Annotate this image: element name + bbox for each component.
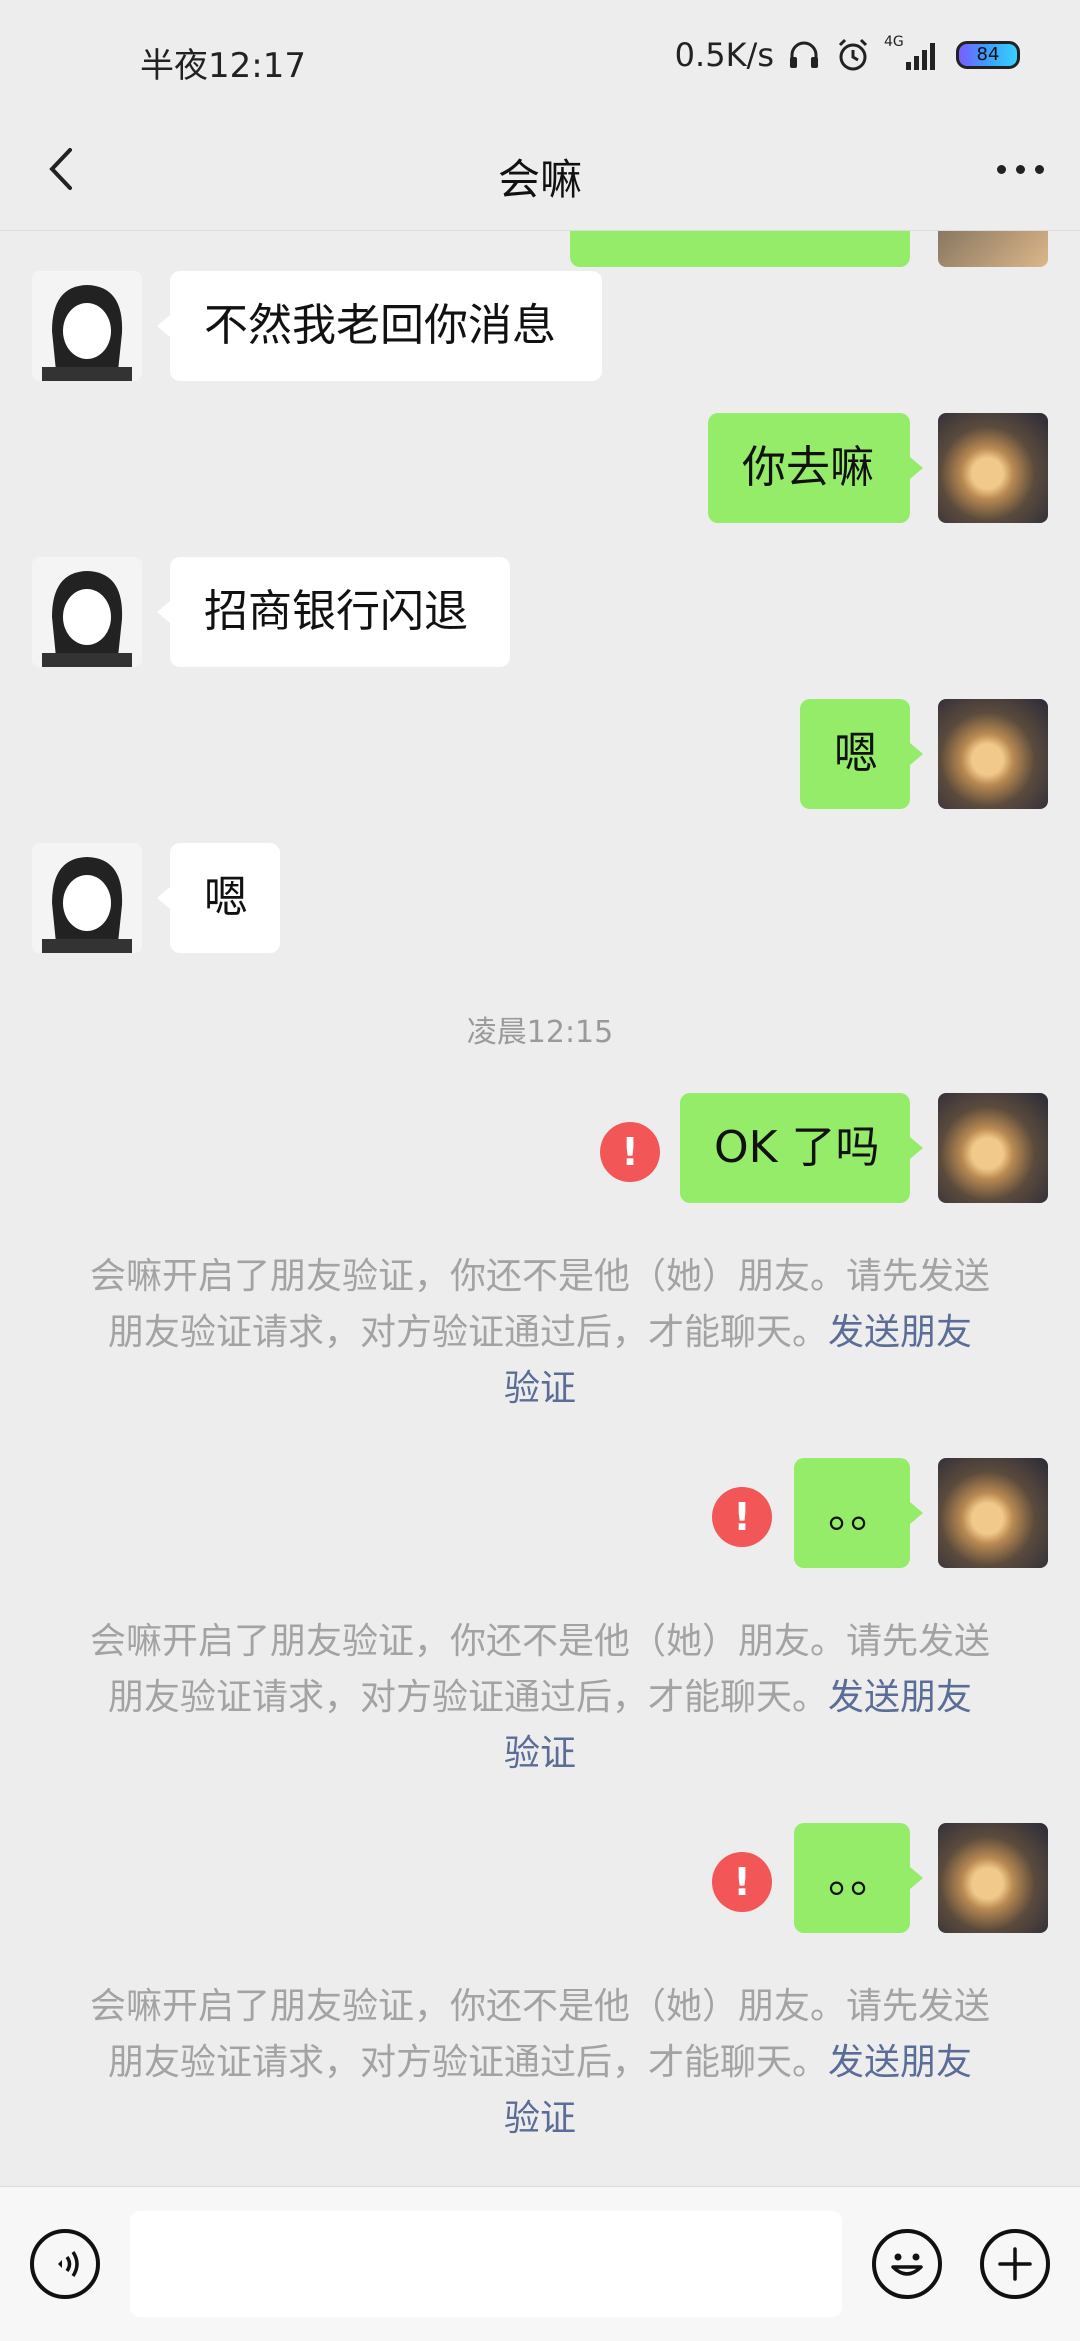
bubble-tail — [157, 315, 170, 337]
contact-avatar[interactable] — [32, 557, 142, 667]
chat-header: 会嘛 — [0, 118, 1080, 231]
message-timestamp: 凌晨12:15 — [466, 1015, 614, 1050]
more-dot — [996, 164, 1006, 174]
message-bubble[interactable]: 你去嘛 — [708, 413, 910, 523]
emoji-icon — [891, 2253, 923, 2276]
message-bubble[interactable]: 招商银行闪退 — [170, 557, 510, 667]
send-failed-icon[interactable]: ! — [712, 1487, 772, 1547]
more-dot — [1015, 164, 1025, 174]
alarm-icon — [838, 38, 868, 71]
battery-indicator: 84 — [956, 41, 1020, 69]
my-avatar[interactable] — [938, 699, 1048, 809]
more-functions-button[interactable] — [980, 2229, 1050, 2299]
bubble-tail — [910, 1502, 923, 1524]
bubble-tail — [157, 601, 170, 623]
send-failed-icon[interactable]: ! — [712, 1852, 772, 1912]
headphones-icon — [790, 41, 818, 68]
message-bubble[interactable]: 不然我老回你消息 — [170, 271, 602, 381]
system-notice: 会嘛开启了朋友验证，你还不是他（她）朋友。请先发送朋友验证请求，对方验证通过后，… — [90, 1249, 990, 1417]
contact-avatar[interactable] — [32, 271, 142, 381]
status-time: 半夜12:17 — [140, 46, 306, 86]
cell-signal-icon: 4G — [884, 34, 944, 72]
plus-icon — [998, 2247, 1032, 2281]
bubble-tail — [910, 1137, 923, 1159]
contact-avatar[interactable] — [32, 843, 142, 953]
message-bubble[interactable]: 。。 — [794, 1823, 910, 1933]
my-avatar[interactable] — [938, 413, 1048, 523]
bubble-tail — [910, 743, 923, 765]
status-icons: 0.5K/s 4G 84 — [674, 34, 1020, 74]
system-notice: 会嘛开启了朋友验证，你还不是他（她）朋友。请先发送朋友验证请求，对方验证通过后，… — [90, 1614, 990, 1782]
system-notice: 会嘛开启了朋友验证，你还不是他（她）朋友。请先发送朋友验证请求，对方验证通过后，… — [90, 1979, 990, 2147]
bubble-tail — [157, 887, 170, 909]
voice-button[interactable] — [30, 2229, 100, 2299]
status-bar: 半夜12:17 0.5K/s 4G 84 — [0, 0, 1080, 118]
message-bubble[interactable]: OK 了吗 — [680, 1093, 910, 1203]
my-avatar[interactable] — [938, 1823, 1048, 1933]
input-bar — [0, 2186, 1080, 2341]
more-dot — [1034, 164, 1044, 174]
message-bubble[interactable]: 。。 — [794, 1458, 910, 1568]
message-bubble[interactable]: 嗯 — [800, 699, 910, 809]
send-failed-icon[interactable]: ! — [600, 1122, 660, 1182]
emoji-button[interactable] — [872, 2229, 942, 2299]
bubble-tail — [910, 1867, 923, 1889]
chat-title: 会嘛 — [497, 155, 582, 204]
bubble-tail — [910, 457, 923, 479]
network-speed: 0.5K/s — [674, 36, 774, 74]
message-list[interactable]: 不然我老回你消息 你去嘛 招商银行闪退 嗯 嗯 凌晨12:15 ! OK 了吗 … — [0, 231, 1080, 2186]
partial-message-bubble[interactable] — [570, 231, 910, 267]
partial-avatar[interactable] — [938, 231, 1048, 267]
my-avatar[interactable] — [938, 1093, 1048, 1203]
my-avatar[interactable] — [938, 1458, 1048, 1568]
voice-icon — [58, 2251, 79, 2277]
more-options-button[interactable] — [980, 134, 1060, 204]
message-bubble[interactable]: 嗯 — [170, 843, 280, 953]
message-input[interactable] — [130, 2211, 842, 2317]
